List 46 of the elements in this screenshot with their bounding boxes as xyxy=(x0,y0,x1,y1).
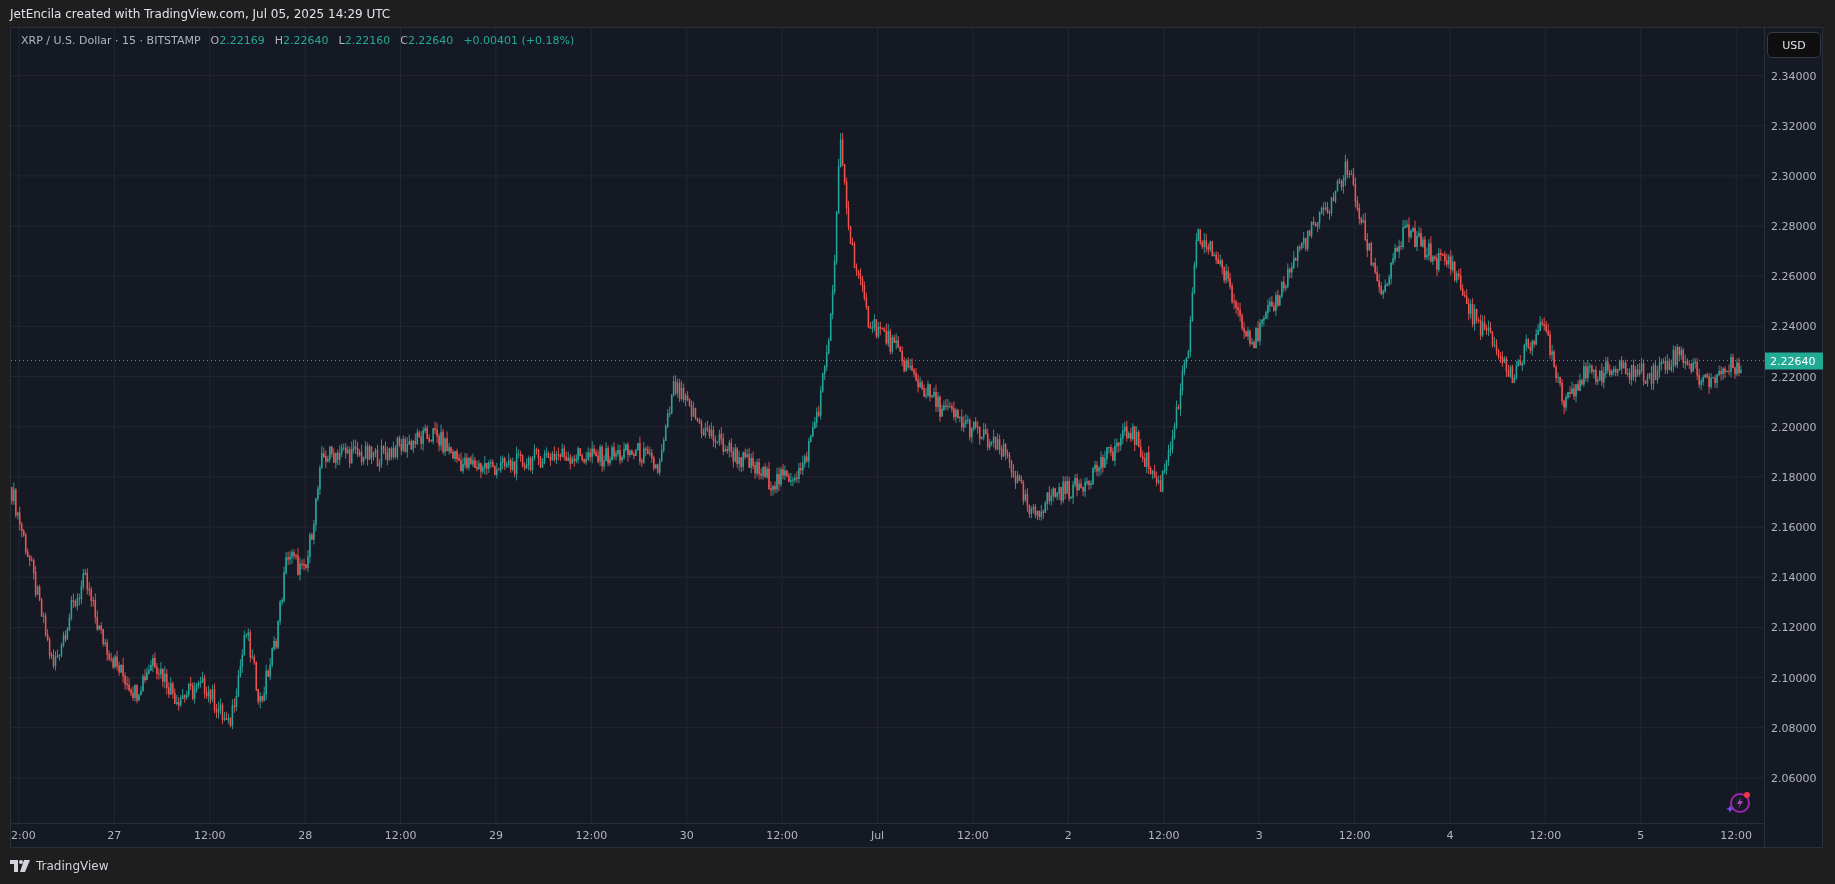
price-label: 2.22000 xyxy=(1771,370,1817,384)
time-label: 12:00 xyxy=(1147,829,1180,842)
time-label: 3 xyxy=(1255,829,1263,842)
price-label: 2.30000 xyxy=(1771,169,1817,183)
time-label: 4 xyxy=(1446,829,1454,842)
price-label: 2.32000 xyxy=(1771,119,1817,133)
time-label: 12:00 xyxy=(957,829,989,842)
last-price-badge: 2.22640 xyxy=(1765,352,1823,370)
ohlc-value: C2.22640 xyxy=(400,34,454,47)
time-label: 28 xyxy=(298,829,313,842)
price-label: 2.12000 xyxy=(1771,620,1817,634)
price-label: 2.28000 xyxy=(1771,219,1817,233)
price-label: 2.06000 xyxy=(1771,771,1817,785)
time-label: Jul xyxy=(870,829,885,842)
price-label: 2.14000 xyxy=(1771,570,1817,584)
currency-button[interactable]: USD xyxy=(1767,32,1821,58)
time-label: 29 xyxy=(488,829,503,842)
time-label: 12:00 xyxy=(575,829,608,842)
price-label: 2.16000 xyxy=(1771,520,1817,534)
price-label: 2.34000 xyxy=(1771,69,1817,83)
brand-name: TradingView xyxy=(36,859,109,873)
price-label: 2.10000 xyxy=(1771,671,1817,685)
logo-icon xyxy=(10,860,30,872)
price-label: 2.24000 xyxy=(1771,319,1817,333)
price-change: +0.00401 (+0.18%) xyxy=(463,34,575,47)
time-label: 12:00 xyxy=(384,829,417,842)
price-label: 2.20000 xyxy=(1771,420,1817,434)
price-label: 2.08000 xyxy=(1771,721,1817,735)
ohlc-value: O2.22169 xyxy=(210,34,265,47)
price-label: 2.18000 xyxy=(1771,470,1817,484)
time-label: 5 xyxy=(1637,829,1645,842)
symbol-title: XRP / U.S. Dollar · 15 · BITSTAMP xyxy=(21,34,201,47)
time-label: 27 xyxy=(107,829,122,842)
author-caption: JetEncila created with TradingView.com, Jul 05, 2025 14:29 UTC xyxy=(10,6,391,21)
ohlc-value: L2.22160 xyxy=(338,34,391,47)
time-label: 12:00 xyxy=(1338,829,1371,842)
time-label: 12:00 xyxy=(193,829,226,842)
time-label: 12:00 xyxy=(1529,829,1562,842)
time-label: 2:00 xyxy=(11,829,36,842)
time-label: 2 xyxy=(1064,829,1072,842)
time-label: 30 xyxy=(679,829,694,842)
time-label: 12:00 xyxy=(766,829,798,842)
time-label: 12:00 xyxy=(1720,829,1752,842)
ohlc-value: H2.22640 xyxy=(274,34,329,47)
lightning-icon[interactable] xyxy=(1726,791,1752,815)
price-label: 2.26000 xyxy=(1771,269,1817,283)
